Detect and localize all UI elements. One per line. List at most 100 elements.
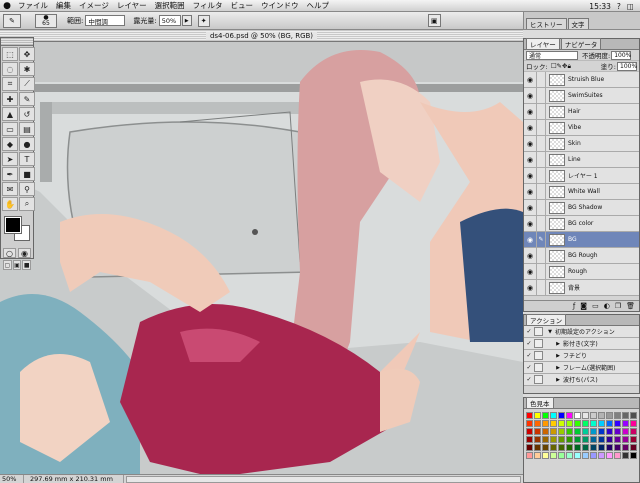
exposure-input[interactable]: 50% (158, 15, 181, 26)
expand-triangle-right-icon[interactable]: ▶ (553, 365, 563, 371)
expand-triangle-right-icon[interactable]: ▶ (553, 353, 563, 359)
airbrush-icon[interactable]: ✦ (197, 14, 210, 27)
blend-mode-select[interactable]: 通常 (526, 50, 578, 60)
layer-link-brush-icon[interactable] (536, 151, 546, 168)
standard-mode-icon[interactable]: ○ (3, 248, 16, 258)
eyedropper-tool-icon[interactable]: ⚲ (19, 182, 35, 196)
color-swatch[interactable] (606, 444, 613, 451)
color-swatch[interactable] (550, 436, 557, 443)
color-swatch[interactable] (590, 428, 597, 435)
color-swatch[interactable] (558, 452, 565, 459)
color-swatch[interactable] (534, 452, 541, 459)
color-swatch[interactable] (622, 428, 629, 435)
color-swatch[interactable] (606, 436, 613, 443)
color-swatch[interactable] (630, 420, 637, 427)
foreground-color-swatch[interactable] (4, 216, 22, 234)
layer-style-icon[interactable]: ƒ (573, 302, 575, 310)
lock-all-icon[interactable]: 🔒︎ (567, 62, 570, 71)
color-swatch[interactable] (558, 436, 565, 443)
type-tool-icon[interactable]: T (19, 152, 35, 166)
toolbox-titlebar[interactable] (1, 38, 33, 46)
dodge-tool-icon[interactable]: ● (19, 137, 35, 151)
color-swatch[interactable] (614, 452, 621, 459)
visibility-eye-icon[interactable]: ◉ (524, 76, 536, 84)
color-swatch[interactable] (598, 452, 605, 459)
visibility-eye-icon[interactable]: ◉ (524, 108, 536, 116)
hand-tool-icon[interactable]: ✋ (2, 197, 18, 211)
color-swatch[interactable] (598, 444, 605, 451)
menu-select[interactable]: 選択範囲 (151, 0, 189, 11)
layer-link-brush-icon[interactable]: ✎ (536, 231, 546, 248)
color-swatch[interactable] (622, 412, 629, 419)
tab-actions[interactable]: アクション (526, 314, 567, 325)
tab-layers[interactable]: レイヤー (526, 38, 560, 49)
color-swatch[interactable] (622, 444, 629, 451)
horizontal-scrollbar[interactable] (126, 475, 521, 483)
color-swatch[interactable] (558, 412, 565, 419)
color-swatch[interactable] (630, 444, 637, 451)
color-swatch[interactable] (622, 420, 629, 427)
dialog-toggle-box[interactable] (534, 375, 543, 384)
menu-image[interactable]: イメージ (75, 0, 113, 11)
color-swatch[interactable] (526, 452, 533, 459)
menu-window[interactable]: ウインドウ (257, 0, 303, 11)
tool-preset-button[interactable]: ✎ (3, 13, 21, 28)
screen-mode-standard-icon[interactable]: ▢ (3, 260, 12, 270)
new-adjustment-layer-icon[interactable]: ◐ (604, 302, 610, 310)
visibility-eye-icon[interactable]: ◉ (524, 236, 536, 244)
color-swatch[interactable] (550, 412, 557, 419)
tab-navigator[interactable]: ナビゲータ (560, 38, 602, 49)
action-toggle-check-icon[interactable]: ✓ (524, 328, 534, 335)
action-toggle-check-icon[interactable]: ✓ (524, 364, 534, 371)
color-swatch[interactable] (630, 436, 637, 443)
layer-link-brush-icon[interactable] (536, 119, 546, 136)
color-swatch[interactable] (558, 420, 565, 427)
dialog-toggle-box[interactable] (534, 339, 543, 348)
color-swatch[interactable] (614, 444, 621, 451)
range-select[interactable]: 中間調 (85, 15, 126, 26)
layer-link-brush-icon[interactable] (536, 103, 546, 120)
layer-link-brush-icon[interactable] (536, 247, 546, 264)
menu-file[interactable]: ファイル (14, 0, 52, 11)
color-swatch[interactable] (542, 420, 549, 427)
layer-row[interactable]: ◉ ✎ BG (524, 231, 639, 248)
color-swatch[interactable] (566, 452, 573, 459)
color-swatch[interactable] (606, 452, 613, 459)
path-select-tool-icon[interactable]: ➤ (2, 152, 18, 166)
pen-tool-icon[interactable]: ✒ (2, 167, 18, 181)
visibility-eye-icon[interactable]: ◉ (524, 204, 536, 212)
layer-row[interactable]: ◉ Rough (524, 263, 639, 280)
brush-picker[interactable]: ● 65 (35, 13, 57, 28)
color-swatch[interactable] (614, 436, 621, 443)
action-toggle-check-icon[interactable]: ✓ (524, 376, 534, 383)
color-swatch[interactable] (526, 436, 533, 443)
color-swatch[interactable] (526, 428, 533, 435)
color-swatch[interactable] (590, 444, 597, 451)
color-swatch[interactable] (574, 444, 581, 451)
layer-row[interactable]: ◉ Line (524, 151, 639, 168)
color-swatch[interactable] (526, 412, 533, 419)
color-swatch[interactable] (614, 420, 621, 427)
expand-triangle-right-icon[interactable]: ▶ (553, 377, 563, 383)
color-swatch[interactable] (550, 444, 557, 451)
layer-link-brush-icon[interactable] (536, 183, 546, 200)
tab-history[interactable]: ヒストリー (526, 18, 567, 29)
layer-row[interactable]: ◉ White Wall (524, 183, 639, 200)
menu-help[interactable]: ヘルプ (303, 0, 334, 11)
color-swatch[interactable] (566, 436, 573, 443)
color-swatch[interactable] (534, 428, 541, 435)
visibility-eye-icon[interactable]: ◉ (524, 188, 536, 196)
color-swatch[interactable] (534, 420, 541, 427)
color-swatch[interactable] (606, 412, 613, 419)
action-row[interactable]: ✓ ▶ 波打ち(パス) (524, 374, 639, 386)
layer-row[interactable]: ◉ BG Shadow (524, 199, 639, 216)
layer-link-brush-icon[interactable] (536, 279, 546, 296)
shape-tool-icon[interactable]: ■ (19, 167, 35, 181)
menu-edit[interactable]: 編集 (52, 0, 75, 11)
menu-filter[interactable]: フィルタ (189, 0, 227, 11)
move-tool-icon[interactable]: ✥ (19, 47, 35, 61)
color-swatch[interactable] (630, 452, 637, 459)
fill-input[interactable]: 100% (617, 61, 637, 71)
color-swatch[interactable] (534, 444, 541, 451)
color-swatch[interactable] (574, 428, 581, 435)
